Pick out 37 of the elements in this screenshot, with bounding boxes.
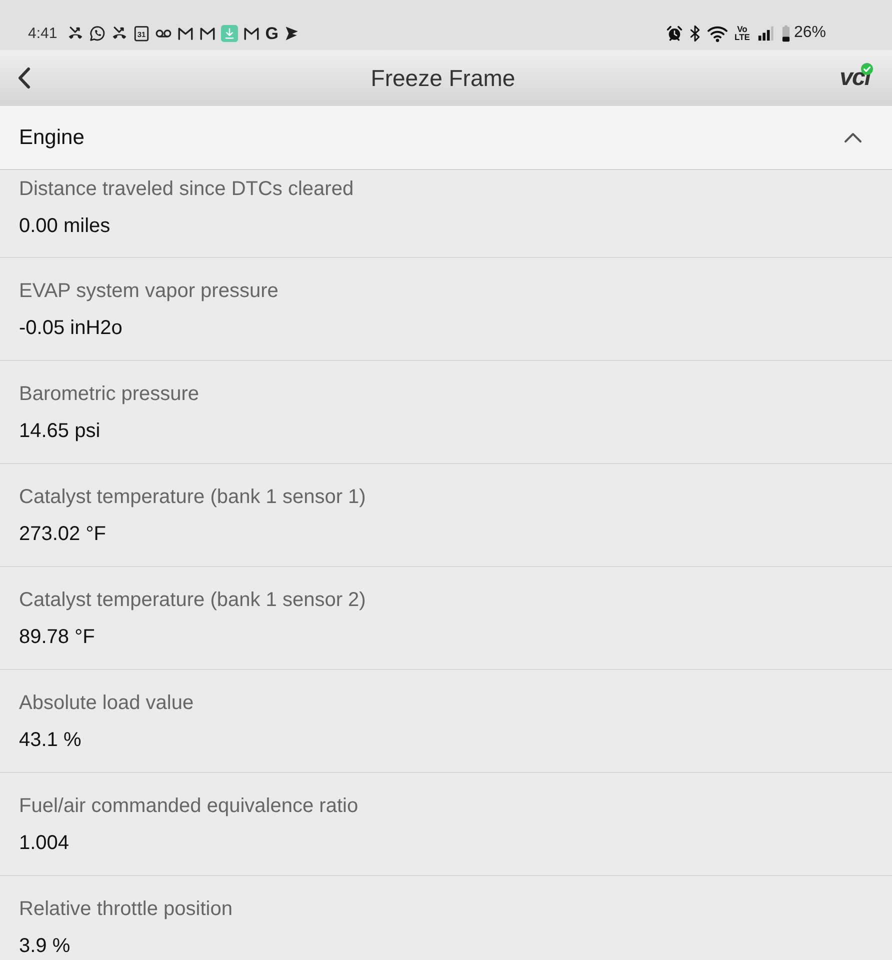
parameter-value: -0.05 inH2o	[19, 316, 122, 340]
letter-icon: G	[265, 24, 278, 42]
status-time: 4:41	[28, 24, 58, 42]
section-header[interactable]: Engine	[0, 106, 892, 170]
parameter-name: Distance traveled since DTCs cleared	[19, 177, 354, 201]
chat-bubble-icon	[89, 24, 106, 42]
parameter-value: 0.00 miles	[19, 214, 110, 238]
parameter-value: 3.9 %	[19, 934, 70, 958]
arrowhead-icon	[283, 24, 300, 42]
chevron-left-icon	[16, 67, 32, 89]
parameter-value: 273.02 °F	[19, 522, 106, 546]
parameter-name: Relative throttle position	[19, 897, 232, 921]
parameter-name: Catalyst temperature (bank 1 sensor 2)	[19, 588, 366, 612]
parameter-value: 1.004	[19, 831, 70, 855]
missed-call-icon	[111, 24, 128, 42]
parameter-name: Catalyst temperature (bank 1 sensor 1)	[19, 485, 366, 509]
parameter-value: 43.1 %	[19, 728, 82, 752]
mail-icon	[199, 24, 216, 42]
signal-icon	[756, 24, 774, 42]
network-type-label: Vo LTE	[734, 24, 750, 42]
mail-icon	[243, 24, 260, 42]
screen-title: Freeze Frame	[370, 64, 516, 92]
mail-icon	[177, 24, 194, 42]
parameter-name: EVAP system vapor pressure	[19, 279, 278, 303]
parameter-value: 14.65 psi	[19, 419, 100, 443]
back-button[interactable]	[16, 67, 32, 89]
parameter-value: 89.78 °F	[19, 625, 95, 649]
parameter-name: Fuel/air commanded equivalence ratio	[19, 794, 358, 818]
missed-call-icon	[67, 24, 84, 42]
alarm-clock-icon	[666, 24, 683, 42]
parameter-name: Absolute load value	[19, 691, 194, 715]
parameter-name: Barometric pressure	[19, 382, 200, 406]
bluetooth-icon	[690, 24, 700, 42]
download-icon	[221, 24, 238, 42]
battery-icon	[780, 24, 791, 42]
wifi-icon	[706, 24, 728, 42]
battery-percent: 26%	[794, 24, 826, 42]
